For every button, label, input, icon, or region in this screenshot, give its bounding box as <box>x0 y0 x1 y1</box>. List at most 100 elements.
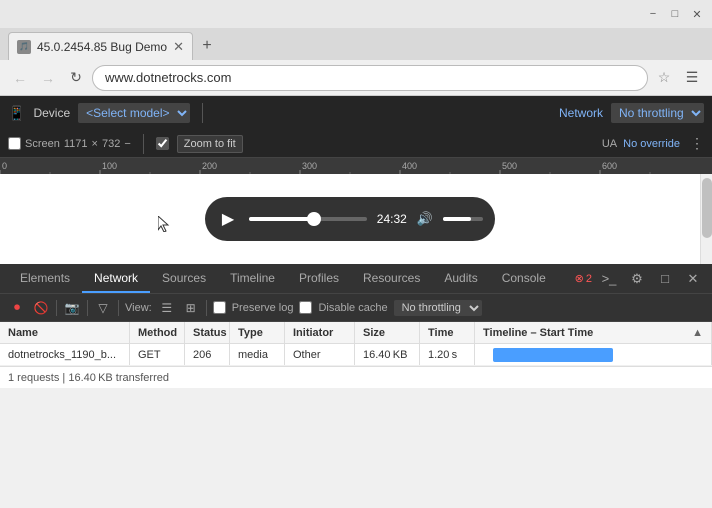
preserve-log-label: Preserve log <box>232 302 294 314</box>
row-type: media <box>230 344 285 365</box>
device-label: Device <box>33 106 70 120</box>
error-badge: ⊗ 2 <box>575 272 592 285</box>
progress-track[interactable] <box>249 217 367 221</box>
network-label: Network <box>559 106 603 120</box>
scrollbar[interactable] <box>700 174 712 264</box>
filter-button[interactable]: ▽ <box>94 299 112 317</box>
device-model-select[interactable]: <Select model> <box>78 103 190 123</box>
zoom-to-fit-button[interactable]: Zoom to fit <box>177 135 243 153</box>
row-timeline <box>475 344 712 365</box>
svg-text:600: 600 <box>602 161 617 171</box>
more-button[interactable]: ⋮ <box>690 135 704 152</box>
preserve-log-checkbox[interactable] <box>213 301 226 314</box>
toolbar-divider <box>56 300 57 316</box>
cross-symbol: × <box>92 138 98 150</box>
svg-text:0: 0 <box>2 161 7 171</box>
play-button[interactable]: ▶ <box>217 208 239 230</box>
tab-timeline[interactable]: Timeline <box>218 264 287 293</box>
svg-text:400: 400 <box>402 161 417 171</box>
throttle-select[interactable]: No throttling <box>611 103 704 123</box>
reload-button[interactable]: ↻ <box>64 66 88 90</box>
large-view-button[interactable]: ⊞ <box>182 299 200 317</box>
tab-title: 45.0.2454.85 Bug Demo <box>37 40 167 54</box>
row-time: 1.20 s <box>420 344 475 365</box>
back-button[interactable]: ← <box>8 66 32 90</box>
maximize-button[interactable]: □ <box>668 7 682 21</box>
menu-button[interactable]: ☰ <box>680 66 704 90</box>
url-text: www.dotnetrocks.com <box>105 70 231 85</box>
devtools-tabs: Elements Network Sources Timeline Profil… <box>0 264 712 294</box>
forward-button[interactable]: → <box>36 66 60 90</box>
new-tab-button[interactable]: + <box>193 32 221 60</box>
list-view-button[interactable]: ☰ <box>158 299 176 317</box>
bookmark-button[interactable]: ☆ <box>652 66 676 90</box>
row-name: dotnetrocks_1190_b... <box>0 344 130 365</box>
screen-height: 732 <box>102 138 120 150</box>
zoom-checkbox[interactable] <box>156 137 169 150</box>
tab-sources[interactable]: Sources <box>150 264 218 293</box>
devtools-tab-icons: ⊗ 2 >_ ⚙ □ ✕ <box>575 264 704 293</box>
devtools-top-bar: 📱 Device <Select model> Network No throt… <box>0 96 712 130</box>
tab-network[interactable]: Network <box>82 264 150 293</box>
tab-favicon: 🎵 <box>17 40 31 54</box>
tab-profiles[interactable]: Profiles <box>287 264 351 293</box>
page-content: ▶ 24:32 🔊 <box>0 174 700 264</box>
record-button[interactable]: ⏺ <box>8 299 26 317</box>
volume-icon[interactable]: 🔊 <box>417 211 433 227</box>
disable-cache-label: Disable cache <box>318 302 387 314</box>
row-status: 206 <box>185 344 230 365</box>
tab-resources[interactable]: Resources <box>351 264 432 293</box>
scrollbar-thumb[interactable] <box>702 178 712 238</box>
close-devtools-button[interactable]: ✕ <box>682 268 704 290</box>
clear-button[interactable]: 🚫 <box>32 299 50 317</box>
dock-icon[interactable]: □ <box>654 268 676 290</box>
col-size[interactable]: Size <box>355 322 420 343</box>
col-status[interactable]: Status <box>185 322 230 343</box>
page-content-area: ▶ 24:32 🔊 <box>0 174 712 264</box>
screen-info: Screen 1171 × 732 − <box>8 137 131 150</box>
row-method: GET <box>130 344 185 365</box>
address-bar[interactable]: www.dotnetrocks.com <box>92 65 648 91</box>
mouse-cursor <box>158 216 174 232</box>
title-bar: − □ ✕ <box>0 0 712 28</box>
screen-checkbox[interactable] <box>8 137 21 150</box>
audio-player: ▶ 24:32 🔊 <box>205 197 495 241</box>
settings-icon[interactable]: ⚙ <box>626 268 648 290</box>
table-row[interactable]: dotnetrocks_1190_b... GET 206 media Othe… <box>0 344 712 366</box>
view-label: View: <box>125 302 152 314</box>
active-tab[interactable]: 🎵 45.0.2454.85 Bug Demo ✕ <box>8 32 193 60</box>
divider2 <box>143 134 144 154</box>
col-method[interactable]: Method <box>130 322 185 343</box>
col-initiator[interactable]: Initiator <box>285 322 355 343</box>
col-timeline[interactable]: Timeline – Start Time ▲ <box>475 322 712 343</box>
svg-text:100: 100 <box>102 161 117 171</box>
col-time[interactable]: Time <box>420 322 475 343</box>
ruler-svg: 0 100 200 300 400 500 600 <box>0 158 700 174</box>
close-button[interactable]: ✕ <box>690 7 704 21</box>
volume-track[interactable] <box>443 217 483 221</box>
divider <box>202 103 203 123</box>
col-name[interactable]: Name <box>0 322 130 343</box>
tab-close-button[interactable]: ✕ <box>173 39 184 55</box>
minus-symbol: − <box>124 138 130 150</box>
devtools-secondary-bar: Screen 1171 × 732 − Zoom to fit UA No ov… <box>0 130 712 158</box>
minimize-button[interactable]: − <box>646 7 660 21</box>
col-type[interactable]: Type <box>230 322 285 343</box>
tab-bar: 🎵 45.0.2454.85 Bug Demo ✕ + <box>0 28 712 60</box>
screen-label: Screen <box>25 138 60 150</box>
tab-console[interactable]: Console <box>490 264 558 293</box>
network-table: Name Method Status Type Initiator Size T… <box>0 322 712 366</box>
console-input-icon[interactable]: >_ <box>598 268 620 290</box>
sort-icon: ▲ <box>692 327 703 339</box>
disable-cache-checkbox[interactable] <box>299 301 312 314</box>
ua-override[interactable]: No override <box>623 138 680 150</box>
camera-button[interactable]: 📷 <box>63 299 81 317</box>
screen-width: 1171 <box>64 138 88 150</box>
throttle-dropdown[interactable]: No throttling <box>394 300 482 316</box>
progress-thumb[interactable] <box>307 212 321 226</box>
svg-text:300: 300 <box>302 161 317 171</box>
network-table-header: Name Method Status Type Initiator Size T… <box>0 322 712 344</box>
tab-audits[interactable]: Audits <box>432 264 489 293</box>
volume-fill <box>443 217 471 221</box>
tab-elements[interactable]: Elements <box>8 264 82 293</box>
